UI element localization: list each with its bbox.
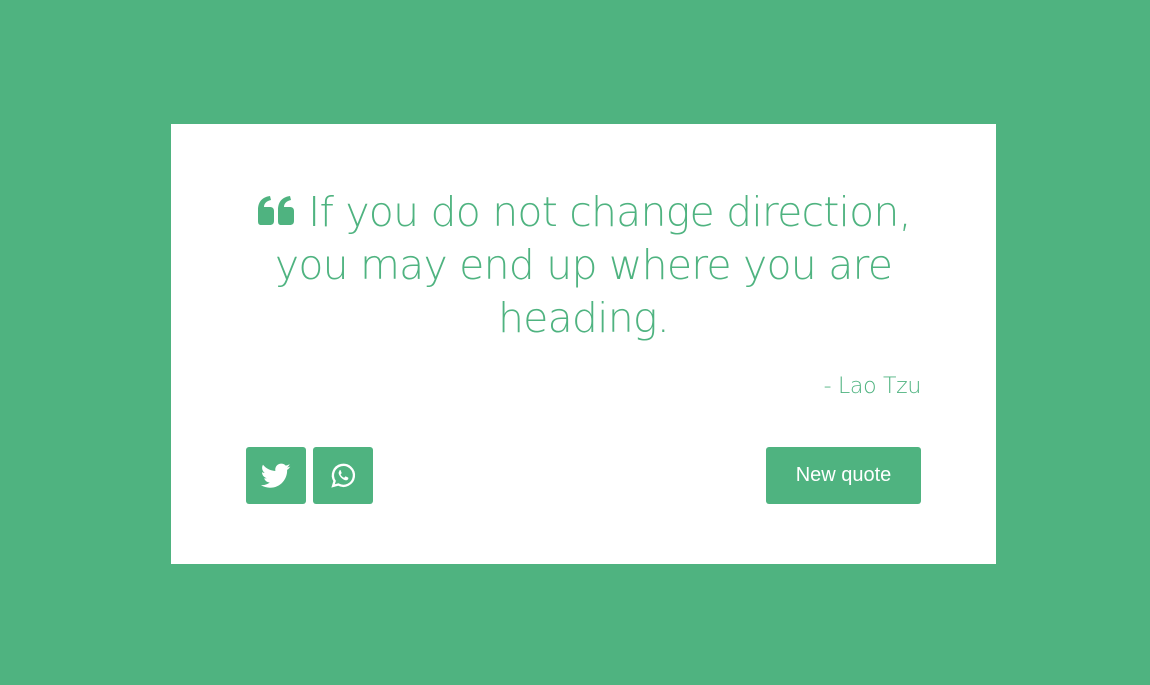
whatsapp-share-button[interactable] (313, 447, 373, 504)
new-quote-button[interactable]: New quote (766, 447, 921, 504)
whatsapp-icon (331, 463, 356, 488)
twitter-bird-icon (261, 463, 291, 488)
quote-text: If you do not change direction, you may … (274, 188, 912, 342)
quote-box: If you do not change direction, you may … (171, 124, 996, 564)
quote-left-icon (256, 196, 296, 226)
quote-text-block: If you do not change direction, you may … (246, 186, 921, 345)
quote-author: - Lao Tzu (823, 374, 922, 399)
tweet-quote-button[interactable] (246, 447, 306, 504)
